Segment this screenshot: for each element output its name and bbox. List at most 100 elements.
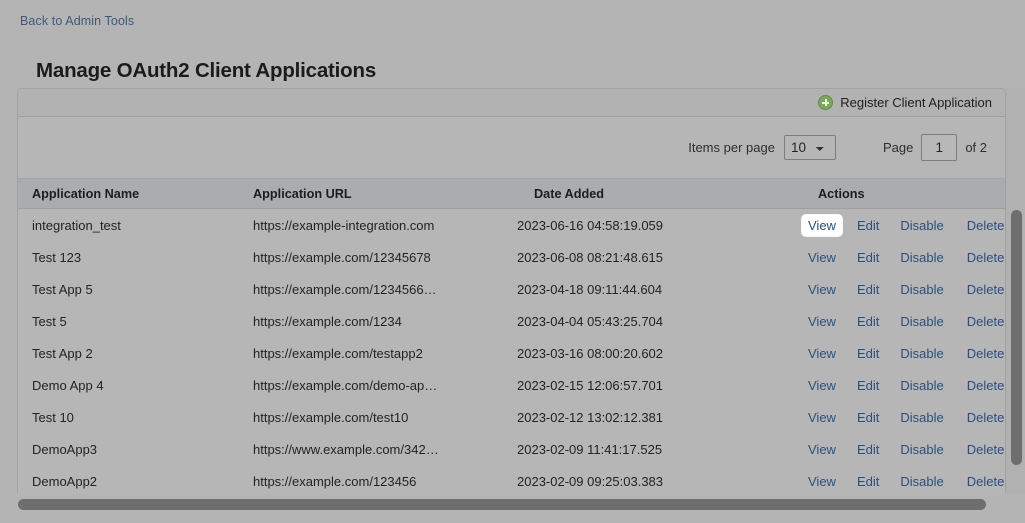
action-disable-link[interactable]: Disable (894, 215, 949, 236)
action-view-link[interactable]: View (802, 214, 842, 236)
cell-application-url: https://example.com/testapp2 (253, 345, 423, 361)
register-client-application-button[interactable]: Register Client Application (818, 95, 992, 110)
action-view-link[interactable]: View (802, 407, 842, 428)
action-disable-link[interactable]: Disable (894, 375, 949, 396)
cell-actions: View Edit Disable Delete (782, 369, 1005, 401)
row-actions: View Edit Disable Delete (802, 407, 1005, 428)
cell-application-name: integration_test (32, 217, 121, 233)
action-disable-link[interactable]: Disable (894, 311, 949, 332)
action-view-link[interactable]: View (802, 311, 842, 332)
cell-application-name: Test 5 (32, 313, 67, 329)
card-toolbar: Register Client Application (18, 89, 1005, 117)
action-delete-link[interactable]: Delete (961, 439, 1005, 460)
cell-application-url: https://www.example.com/342… (253, 441, 439, 457)
column-header-actions: Actions (782, 179, 1005, 209)
action-view-link[interactable]: View (802, 247, 842, 268)
action-edit-link[interactable]: Edit (851, 279, 885, 300)
row-actions: View Edit Disable Delete (802, 247, 1005, 268)
cell-application-name: Test 123 (32, 249, 82, 265)
page-root: Back to Admin Tools Manage OAuth2 Client… (0, 0, 1025, 523)
cell-application-name: DemoApp3 (32, 441, 98, 457)
cell-actions: View Edit Disable Delete (782, 209, 1005, 242)
table-row: DemoApp3 https://www.example.com/342… 2023… (18, 433, 1005, 465)
cell-date-added: 2023-06-08 08:21:48.615 (517, 249, 664, 265)
total-pages-label: of 2 (965, 140, 987, 155)
client-applications-table: Application Name Application URL Date Ad… (18, 179, 1005, 497)
action-disable-link[interactable]: Disable (894, 343, 949, 364)
row-actions: View Edit Disable Delete (802, 311, 1005, 332)
column-header-application-name[interactable]: Application Name (18, 179, 237, 209)
action-delete-link[interactable]: Delete (961, 215, 1005, 236)
action-delete-link[interactable]: Delete (961, 247, 1005, 268)
action-view-link[interactable]: View (802, 375, 842, 396)
action-delete-link[interactable]: Delete (961, 343, 1005, 364)
cell-application-url: https://example-integration.com (253, 217, 435, 233)
page-label: Page (882, 140, 914, 155)
table-row: integration_test https://example-integrat… (18, 209, 1005, 242)
action-delete-link[interactable]: Delete (961, 279, 1005, 300)
vertical-scrollbar[interactable] (1011, 210, 1022, 492)
action-edit-link[interactable]: Edit (851, 375, 885, 396)
table-row: Test 123 https://example.com/12345678 2023… (18, 241, 1005, 273)
table-body: integration_test https://example-integrat… (18, 209, 1005, 498)
cell-date-added: 2023-04-04 05:43:25.704 (517, 313, 664, 329)
action-edit-link[interactable]: Edit (851, 439, 885, 460)
pagination-controls: Items per page 102550100 Page of 2 (18, 117, 1005, 179)
cell-application-url: https://example.com/12345678 (253, 249, 431, 265)
table-scroll-region[interactable]: Application Name Application URL Date Ad… (18, 179, 1005, 500)
table-head: Application Name Application URL Date Ad… (18, 179, 1005, 209)
cell-date-added: 2023-02-15 12:06:57.701 (517, 377, 664, 393)
cell-application-url: https://example.com/1234 (253, 313, 402, 329)
cell-date-added: 2023-03-16 08:00:20.602 (517, 345, 664, 361)
row-actions: View Edit Disable Delete (802, 214, 1005, 236)
row-actions: View Edit Disable Delete (802, 279, 1005, 300)
horizontal-scrollbar[interactable] (18, 499, 989, 510)
action-disable-link[interactable]: Disable (894, 279, 949, 300)
row-actions: View Edit Disable Delete (802, 375, 1005, 396)
table-row: Test 10 https://example.com/test10 2023-02… (18, 401, 1005, 433)
cell-actions: View Edit Disable Delete (782, 401, 1005, 433)
action-view-link[interactable]: View (802, 343, 842, 364)
action-edit-link[interactable]: Edit (851, 407, 885, 428)
action-view-link[interactable]: View (802, 439, 842, 460)
items-per-page-select[interactable]: 102550100 (783, 135, 836, 160)
action-disable-link[interactable]: Disable (894, 439, 949, 460)
page-number-input[interactable] (921, 134, 958, 161)
action-delete-link[interactable]: Delete (961, 311, 1005, 332)
action-disable-link[interactable]: Disable (894, 407, 949, 428)
vertical-scrollbar-thumb[interactable] (1011, 210, 1022, 465)
action-view-link[interactable]: View (802, 279, 842, 300)
register-client-application-label: Register Client Application (840, 95, 992, 110)
cell-application-name: Demo App 4 (32, 377, 104, 393)
column-header-application-url[interactable]: Application URL (237, 179, 505, 209)
action-disable-link[interactable]: Disable (894, 247, 949, 268)
action-edit-link[interactable]: Edit (851, 311, 885, 332)
cell-application-name: Test 10 (32, 409, 74, 425)
action-edit-link[interactable]: Edit (851, 343, 885, 364)
row-actions: View Edit Disable Delete (802, 343, 1005, 364)
back-to-admin-tools-link[interactable]: Back to Admin Tools (20, 14, 134, 28)
cell-application-name: Test App 5 (32, 281, 93, 297)
action-disable-link[interactable]: Disable (894, 471, 949, 492)
cell-date-added: 2023-02-12 13:02:12.381 (517, 409, 664, 425)
column-header-date-added[interactable]: Date Added (505, 179, 782, 209)
cell-actions: View Edit Disable Delete (782, 305, 1005, 337)
action-edit-link[interactable]: Edit (851, 471, 885, 492)
action-edit-link[interactable]: Edit (851, 247, 885, 268)
table-header-row: Application Name Application URL Date Ad… (18, 179, 1005, 209)
cell-date-added: 2023-02-09 11:41:17.525 (517, 441, 663, 457)
action-delete-link[interactable]: Delete (961, 375, 1005, 396)
cell-application-url: https://example.com/demo-ap… (253, 377, 438, 393)
table-row: Demo App 4 https://example.com/demo-ap… 20… (18, 369, 1005, 401)
action-view-link[interactable]: View (802, 471, 842, 492)
cell-actions: View Edit Disable Delete (782, 241, 1005, 273)
action-delete-link[interactable]: Delete (961, 471, 1005, 492)
horizontal-scrollbar-thumb[interactable] (18, 499, 986, 510)
cell-actions: View Edit Disable Delete (782, 273, 1005, 305)
cell-date-added: 2023-04-18 09:11:44.604 (517, 281, 663, 297)
cell-actions: View Edit Disable Delete (782, 337, 1005, 369)
cell-application-url: https://example.com/1234566… (253, 281, 437, 297)
cell-application-url: https://example.com/test10 (253, 409, 409, 425)
action-edit-link[interactable]: Edit (851, 215, 885, 236)
action-delete-link[interactable]: Delete (961, 407, 1005, 428)
